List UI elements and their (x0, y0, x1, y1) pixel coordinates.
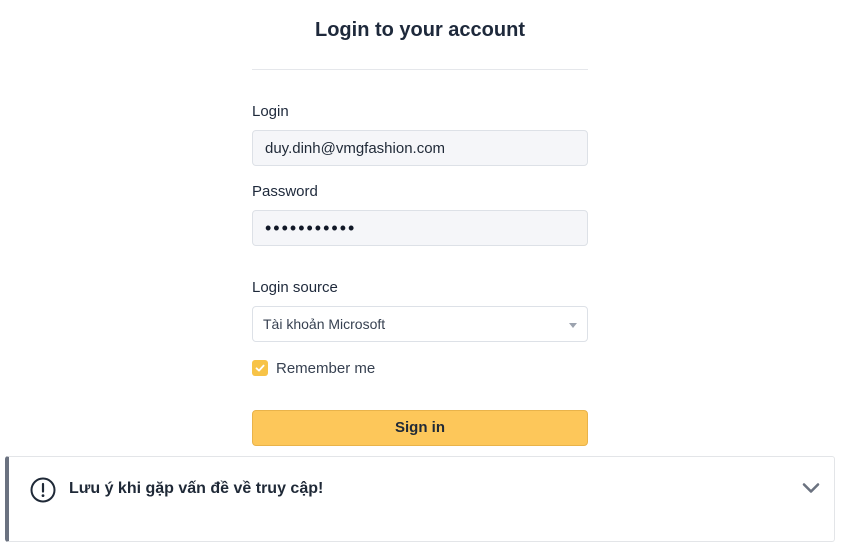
login-label: Login (252, 103, 289, 120)
access-notice-panel[interactable]: Lưu ý khi gặp vấn đề về truy cập! (5, 456, 835, 542)
remember-me-toggle[interactable]: Remember me (252, 359, 375, 377)
login-source-label: Login source (252, 279, 338, 296)
title-divider (252, 69, 588, 70)
access-notice-title: Lưu ý khi gặp vấn đề về truy cập! (69, 480, 324, 497)
login-page: Login to your account Login Password Log… (0, 0, 845, 551)
sign-in-button[interactable]: Sign in (252, 410, 588, 446)
remember-me-label: Remember me (276, 359, 376, 377)
check-icon (255, 364, 265, 372)
page-title: Login to your account (315, 19, 525, 41)
login-source-value: Tài khoản Microsoft (263, 316, 386, 332)
password-input[interactable] (252, 210, 588, 246)
chevron-down-icon[interactable] (802, 481, 820, 495)
login-source-select[interactable]: Tài khoản Microsoft (252, 306, 588, 342)
password-label: Password (252, 183, 318, 200)
login-input[interactable] (252, 130, 588, 166)
caret-down-icon (569, 322, 577, 328)
remember-me-checkbox[interactable] (252, 360, 268, 376)
exclamation-circle-icon (30, 477, 56, 503)
